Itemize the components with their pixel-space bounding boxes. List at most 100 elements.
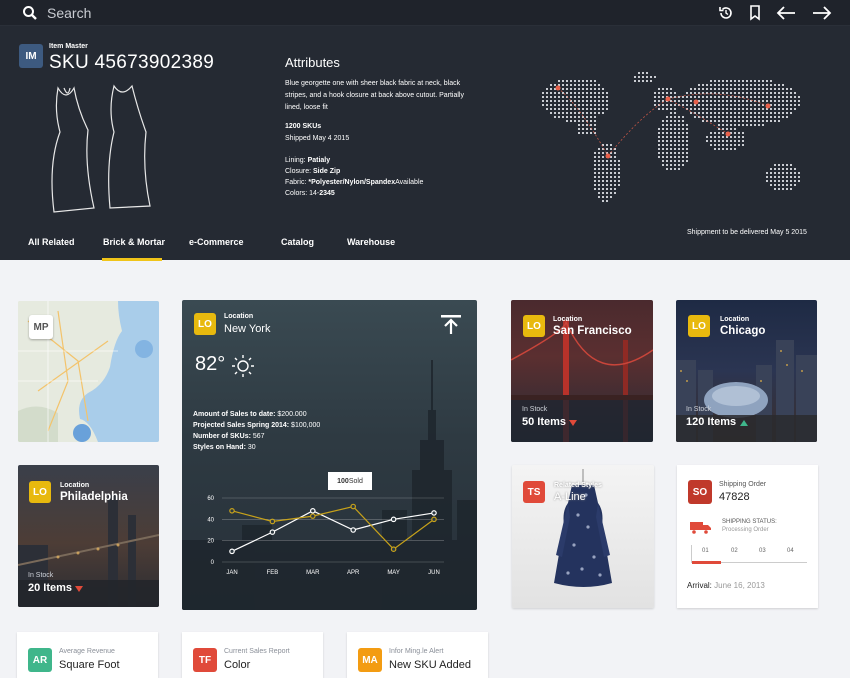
location-badge: LO [194, 313, 216, 335]
shipping-progress-fill [692, 561, 721, 564]
location-city: San Francisco [553, 325, 632, 337]
shipping-status-label: SHIPPING STATUS: [722, 519, 777, 525]
history-icon[interactable] [717, 4, 735, 22]
active-tab-indicator [102, 258, 162, 261]
related-styles-card[interactable]: TS Related Styles A-Line [512, 465, 654, 608]
x-tick-label: FEB [267, 570, 279, 576]
step-4: 04 [787, 548, 794, 554]
sales-report-label: Current Sales Report [224, 648, 290, 655]
data-point [229, 548, 235, 555]
step-1: 01 [702, 548, 709, 554]
data-point [229, 507, 235, 514]
average-revenue-card[interactable]: AR Average Revenue Square Foot [17, 632, 158, 678]
data-point [269, 518, 276, 525]
stat-sku-count: Number of SKUs: 567 [193, 433, 265, 440]
new-york-card[interactable]: LO Location New York 82° Amount of Sales… [182, 300, 477, 610]
top-bar: Search [0, 0, 850, 26]
attributes-description: Blue georgette one with sheer black fabr… [285, 80, 464, 111]
average-revenue-value: Square Foot [59, 659, 120, 671]
item-master-label: Item Master [49, 43, 88, 50]
search-icon[interactable] [22, 5, 38, 21]
shipping-steps: 01 02 03 04 [691, 545, 807, 564]
philadelphia-card[interactable]: LO Location Philadelphia In Stock 20 Ite… [18, 465, 159, 607]
world-map [542, 72, 800, 202]
related-styles-badge: TS [523, 481, 545, 503]
forward-arrow-icon[interactable] [811, 4, 833, 22]
trend-down-icon [75, 586, 83, 592]
sales-report-card[interactable]: TF Current Sales Report Color [182, 632, 323, 678]
in-stock-label: In Stock [686, 406, 712, 413]
location-label: Location [224, 313, 254, 320]
location-badge: LO [523, 315, 545, 337]
stat-styles-on-hand: Styles on Hand: 30 [193, 444, 256, 451]
shipping-status: Processing Order [722, 527, 769, 533]
sku-count: 1200 SKUs [285, 123, 322, 130]
chart-tooltip: 100 Sold [328, 472, 372, 490]
item-header: IM Item Master SKU 45673902389 Attribute… [0, 26, 850, 261]
data-point [390, 516, 397, 523]
stat-projected-sales: Projected Sales Spring 2014: $100,000 [193, 422, 321, 429]
step-2: 02 [731, 548, 738, 554]
trend-down-icon [569, 420, 577, 426]
in-stock-label: In Stock [522, 406, 548, 413]
sun-icon [232, 355, 254, 377]
data-point [350, 527, 357, 533]
shipment-note: Shippment to be delivered May 5 2015 [687, 229, 807, 236]
fabric-line: Fabric: *Polyester/Nylon/SpandexAvailabl… [285, 179, 424, 186]
truck-icon [690, 522, 711, 534]
shipping-order-number: 47828 [719, 491, 750, 503]
attributes-title: Attributes [285, 55, 340, 70]
data-point [269, 529, 276, 535]
sales-line-chart: 0 20 40 60 JAN FEB MAR APR MAY JUN [207, 496, 444, 576]
location-city: Philadelphia [60, 491, 128, 503]
arrival-date: Arrival: June 16, 2013 [687, 581, 765, 590]
stock-count: 50 Items [522, 416, 567, 428]
back-arrow-icon[interactable] [775, 4, 797, 22]
trend-up-icon [740, 420, 748, 426]
map-card[interactable]: MP [18, 301, 159, 442]
location-label: Location [60, 482, 90, 489]
average-revenue-label: Average Revenue [59, 648, 115, 655]
tab-all-related[interactable]: All Related [28, 237, 75, 247]
tab-catalog[interactable]: Catalog [281, 237, 314, 247]
data-point [350, 503, 357, 510]
location-label: Location [553, 316, 583, 323]
x-tick-label: JAN [226, 570, 237, 576]
data-point [310, 513, 316, 519]
mingle-alert-card[interactable]: MA Infor Ming.le Alert New SKU Added [347, 632, 488, 678]
shipping-order-badge: SO [688, 480, 712, 504]
stock-count: 120 Items [686, 416, 737, 428]
sales-report-badge: TF [193, 648, 217, 672]
upload-icon[interactable] [440, 313, 462, 335]
san-francisco-card[interactable]: LO Location San Francisco In Stock 50 It… [511, 300, 653, 442]
stock-count: 20 Items [28, 582, 73, 594]
tab-warehouse[interactable]: Warehouse [347, 237, 395, 247]
colors-line: Colors: 14-2345 [285, 190, 335, 197]
dress-sketch-image [51, 84, 151, 213]
shipping-order-card[interactable]: SO Shipping Order 47828 SHIPPING STATUS:… [677, 465, 818, 608]
y-tick-label: 20 [207, 539, 214, 545]
closure-line: Closure: Side Zip [285, 168, 341, 175]
location-city: Chicago [720, 325, 766, 337]
data-point [390, 546, 397, 553]
series-line-0 [231, 510, 435, 552]
tab-brick-mortar[interactable]: Brick & Mortar [103, 237, 165, 247]
series-line-1 [231, 505, 435, 550]
sales-stats: Amount of Sales to date: $200.000 Projec… [193, 409, 320, 453]
item-master-badge: IM [19, 44, 43, 68]
location-badge: LO [29, 481, 51, 503]
related-style-name: A-Line [554, 491, 586, 503]
temperature: 82° [195, 353, 226, 375]
tab-ecommerce[interactable]: e-Commerce [189, 237, 244, 247]
chicago-card[interactable]: LO Location Chicago In Stock 120 Items [676, 300, 817, 442]
location-badge: LO [688, 315, 710, 337]
location-label: Location [720, 316, 750, 323]
mingle-alert-label: Infor Ming.le Alert [389, 648, 444, 655]
sales-report-value: Color [224, 659, 251, 671]
search-input[interactable]: Search [47, 5, 91, 21]
data-point [431, 510, 437, 516]
x-tick-label: MAY [387, 570, 400, 576]
sku-title: SKU 45673902389 [49, 52, 215, 73]
x-tick-label: MAR [306, 570, 320, 576]
bookmark-icon[interactable] [747, 4, 763, 22]
